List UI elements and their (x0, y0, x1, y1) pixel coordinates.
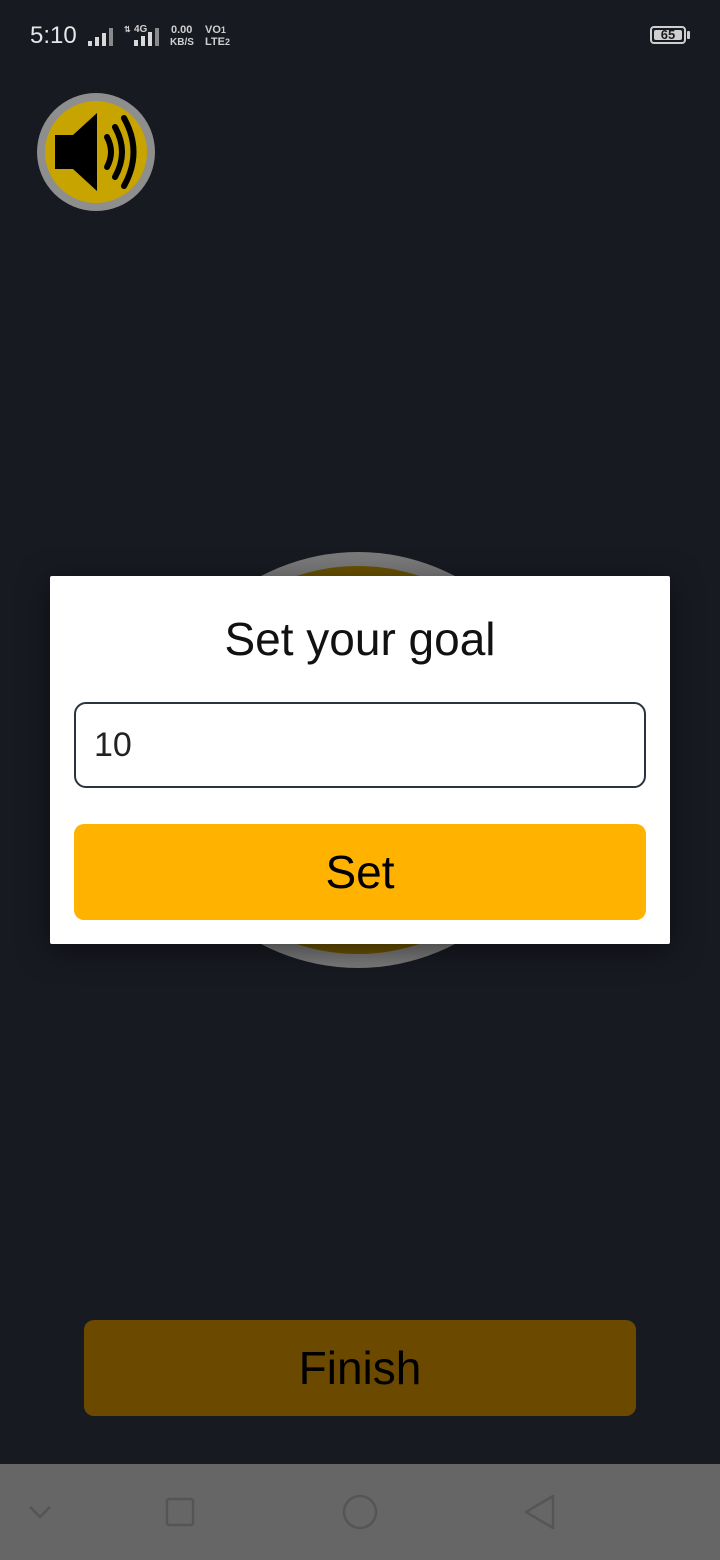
home-circle-icon[interactable] (338, 1464, 382, 1560)
volte-bottom: LTE (205, 36, 225, 48)
set-button[interactable]: Set (74, 824, 646, 920)
signal-strength-icon-2 (134, 26, 159, 46)
navigation-bar (0, 1464, 720, 1560)
battery-tip (687, 31, 690, 39)
sim-top: 1 (220, 25, 226, 35)
signal-strength-icon (88, 26, 113, 46)
back-triangle-icon[interactable] (520, 1464, 560, 1560)
goal-dialog: Set your goal Set (50, 576, 670, 944)
recents-square-icon[interactable] (160, 1464, 200, 1560)
sound-toggle-button[interactable] (37, 93, 155, 211)
data-rate-unit: KB/S (170, 37, 194, 48)
speaker-volume-icon (55, 113, 137, 191)
dialog-title: Set your goal (224, 613, 496, 665)
lte-indicator: LTE2 (205, 37, 230, 48)
battery-icon: 65 (650, 26, 686, 44)
finish-button[interactable]: Finish (84, 1320, 636, 1416)
volte-indicator: VO1 (205, 25, 226, 36)
status-time: 5:10 (30, 22, 77, 49)
volte-top: VO (205, 24, 221, 36)
goal-input[interactable] (74, 702, 646, 788)
battery-level: 65 (660, 27, 676, 42)
chevron-down-icon[interactable] (20, 1464, 60, 1560)
data-rate-value: 0.00 (171, 24, 193, 36)
sim-bottom: 2 (224, 37, 230, 47)
status-bar: 5:10 ⇅ 4G 0.00 KB/S VO1 LTE2 65 (0, 0, 720, 72)
data-arrows-icon: ⇅ (124, 25, 131, 34)
